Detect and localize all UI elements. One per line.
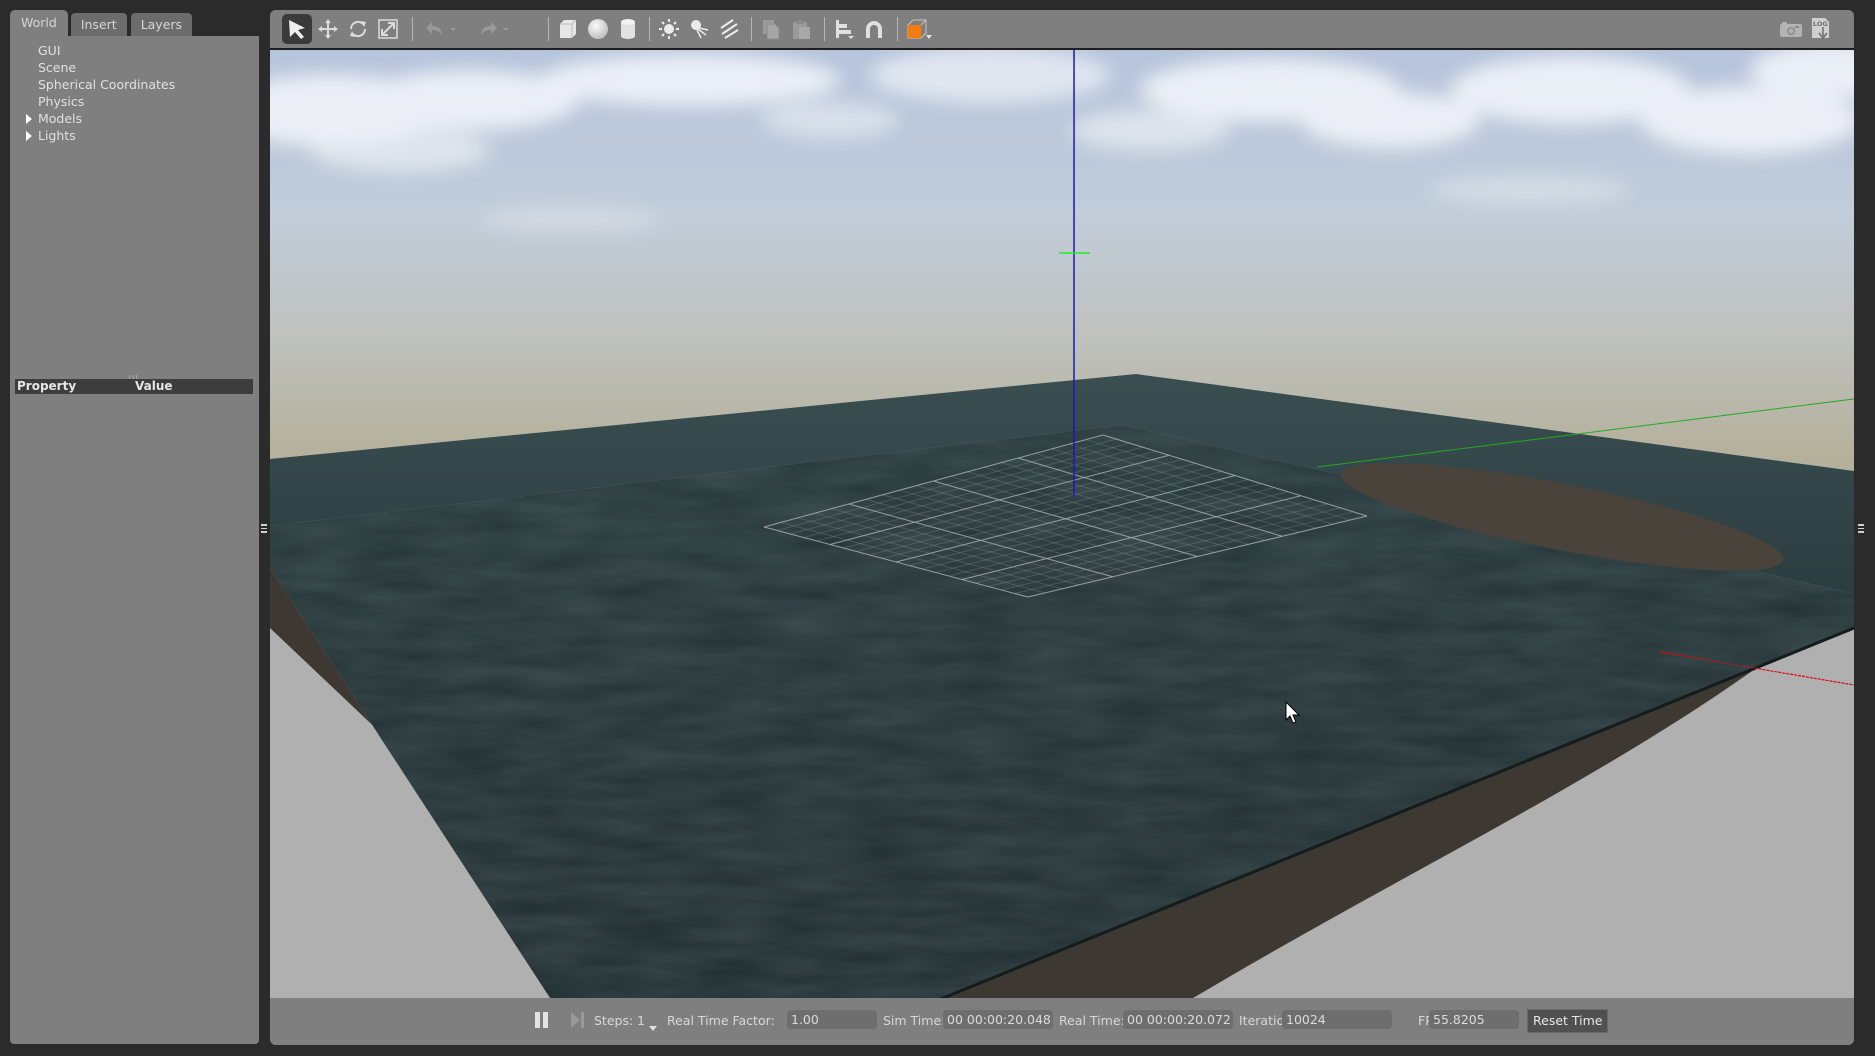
toolbar-separator [412, 17, 413, 41]
tree-item-lights[interactable]: Lights [26, 127, 76, 144]
toolbar-separator [897, 17, 898, 41]
iterations-field: 10024 [1282, 1010, 1392, 1029]
rotate-icon [349, 20, 367, 38]
chevron-down-icon [649, 1026, 657, 1031]
sim-time-field: 00 00:00:20.048 [943, 1010, 1053, 1029]
3d-viewport[interactable] [270, 48, 1854, 1000]
align-button[interactable] [829, 14, 859, 44]
real-time-field: 00 00:00:20.072 [1123, 1010, 1233, 1029]
real-time-label: Real Time: [1059, 1013, 1125, 1028]
insert-sphere-button[interactable] [583, 14, 613, 44]
steps-value[interactable]: 1 [637, 1013, 645, 1028]
toolbar-separator [751, 17, 752, 41]
fps-field: 55.8205 [1429, 1010, 1519, 1029]
left-splitter-grip[interactable] [261, 524, 267, 534]
snap-button[interactable] [859, 14, 889, 44]
pause-icon [535, 1012, 548, 1028]
tree-item-label: Scene [38, 60, 77, 75]
simulation-status-bar: Steps: 1 Real Time Factor: 1.00 Sim Time… [270, 998, 1854, 1045]
redo-history-dropdown[interactable] [499, 14, 513, 44]
step-forward-icon [571, 1012, 584, 1028]
sphere-shape-icon [588, 19, 608, 39]
tree-item-label: Physics [38, 94, 85, 109]
tree-item-spherical-coordinates[interactable]: Spherical Coordinates [38, 76, 175, 93]
sim-time-label: Sim Time: [883, 1013, 946, 1028]
select-arrow-icon [289, 20, 305, 39]
world-panel: GUI Scene Spherical Coordinates Physics … [10, 36, 259, 1044]
undo-icon [426, 22, 442, 36]
expand-arrow-icon[interactable] [26, 114, 32, 124]
tree-item-physics[interactable]: Physics [38, 93, 84, 110]
paste-button[interactable] [786, 14, 816, 44]
tab-insert[interactable]: Insert [69, 12, 128, 37]
copy-button[interactable] [756, 14, 786, 44]
log-download-icon: LOG [1812, 18, 1829, 40]
tab-layers[interactable]: Layers [129, 12, 194, 37]
steps-label: Steps: [594, 1013, 634, 1028]
tree-item-label: Spherical Coordinates [38, 77, 176, 92]
copy-icon [763, 20, 780, 40]
tree-item-gui[interactable]: GUI [38, 42, 61, 59]
spot-light-icon [691, 20, 709, 39]
toolbar-separator [824, 17, 825, 41]
snap-magnet-icon [866, 21, 882, 38]
right-splitter-grip[interactable] [1858, 524, 1864, 534]
real-time-factor-field: 1.00 [787, 1010, 877, 1029]
tab-world[interactable]: World [10, 10, 68, 37]
property-table-header: Property Value [15, 379, 253, 394]
box-shape-icon [560, 19, 577, 38]
tree-item-label: GUI [38, 43, 61, 58]
scene-render [270, 50, 1854, 998]
rotate-mode-button[interactable] [343, 14, 373, 44]
chevron-down-icon [503, 28, 509, 31]
tree-item-scene[interactable]: Scene [38, 59, 76, 76]
insert-cylinder-button[interactable] [613, 14, 643, 44]
redo-icon [481, 22, 497, 36]
view-angle-icon [907, 19, 932, 39]
pause-button[interactable] [534, 1011, 550, 1033]
point-light-icon [659, 19, 679, 39]
toolbar: LOG [270, 10, 1854, 48]
screenshot-camera-icon [1780, 22, 1802, 37]
column-header-value[interactable]: Value [135, 379, 173, 394]
tree-item-models[interactable]: Models [26, 110, 83, 127]
insert-box-button[interactable] [553, 14, 583, 44]
directional-light-icon [720, 19, 739, 39]
scale-icon [378, 19, 398, 39]
chevron-down-icon [450, 28, 456, 31]
tree-item-label: Lights [38, 128, 76, 143]
undo-history-dropdown[interactable] [446, 14, 460, 44]
scale-mode-button[interactable] [373, 14, 403, 44]
toolbar-separator [649, 17, 650, 41]
real-time-factor-label: Real Time Factor: [667, 1013, 775, 1028]
column-header-property[interactable]: Property [17, 379, 76, 394]
insert-point-light-button[interactable] [654, 14, 684, 44]
log-button[interactable]: LOG [1806, 14, 1836, 44]
paste-icon [793, 20, 810, 39]
translate-icon [318, 19, 338, 39]
translate-mode-button[interactable] [313, 14, 343, 44]
align-icon [836, 20, 854, 39]
expand-arrow-icon[interactable] [26, 131, 32, 141]
steps-dropdown[interactable] [648, 1017, 658, 1036]
left-panel-tabs: World Insert Layers [10, 10, 195, 37]
reset-time-button[interactable]: Reset Time [1527, 1009, 1609, 1033]
screenshot-button[interactable] [1776, 14, 1806, 44]
tree-item-label: Models [38, 111, 83, 126]
insert-spot-light-button[interactable] [684, 14, 714, 44]
main-viewport-panel: LOG Steps: 1 Real Time Factor: 1.00 Sim … [270, 10, 1854, 1045]
svg-text:LOG: LOG [1813, 20, 1828, 28]
view-angle-button[interactable] [902, 14, 936, 44]
toolbar-separator [548, 17, 549, 41]
step-button[interactable] [570, 1011, 586, 1033]
cylinder-shape-icon [621, 19, 635, 39]
select-mode-button[interactable] [282, 14, 312, 44]
insert-directional-light-button[interactable] [714, 14, 744, 44]
